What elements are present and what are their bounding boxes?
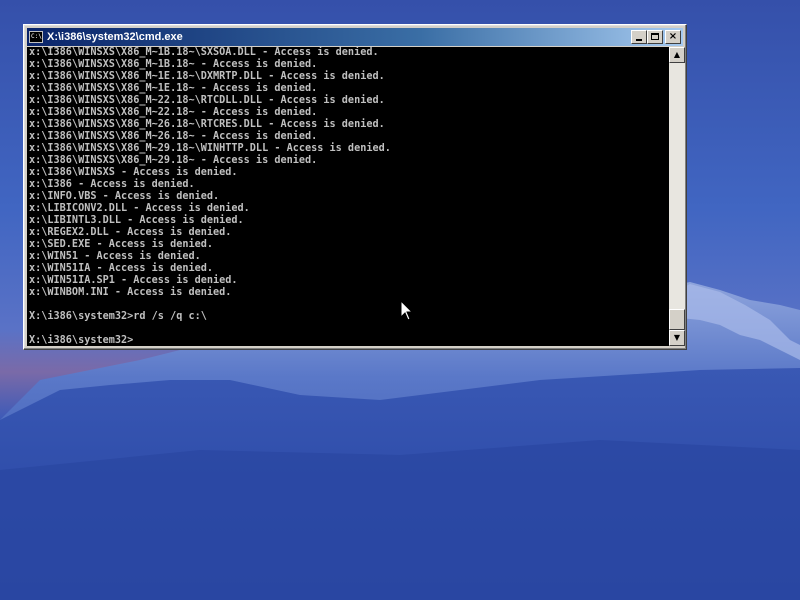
maximize-button[interactable]	[647, 30, 663, 44]
console-line: x:\I386\WINSXS - Access is denied.	[29, 167, 238, 178]
console-line: X:\i386\system32>rd /s /q c:\	[29, 311, 207, 322]
window-title: X:\i386\system32\cmd.exe	[47, 31, 183, 43]
console-line: x:\WIN51 - Access is denied.	[29, 251, 201, 262]
vertical-scrollbar[interactable]: ▲ ▼	[669, 47, 685, 346]
minimize-button[interactable]	[631, 30, 647, 44]
console-line: X:\i386\system32>	[29, 335, 134, 346]
console-line: x:\I386\WINSXS\X86_M~1B.18~\SXSOA.DLL - …	[29, 47, 379, 58]
console-line: x:\I386\WINSXS\X86_M~22.18~ - Access is …	[29, 107, 318, 118]
maximize-icon	[651, 33, 659, 40]
console-line: x:\LIBICONV2.DLL - Access is denied.	[29, 203, 250, 214]
close-icon: ×	[668, 31, 678, 42]
title-bar[interactable]: C:\ X:\i386\system32\cmd.exe ×	[27, 28, 683, 46]
console-line: x:\I386\WINSXS\X86_M~29.18~\WINHTTP.DLL …	[29, 143, 391, 154]
console-line: x:\I386\WINSXS\X86_M~1B.18~ - Access is …	[29, 59, 318, 70]
console-line: x:\WIN51IA - Access is denied.	[29, 263, 214, 274]
console-line: x:\I386 - Access is denied.	[29, 179, 195, 190]
console-line: x:\WINBOM.INI - Access is denied.	[29, 287, 232, 298]
console-output[interactable]: x:\I386\WINSXS\X86_M~1B.18~\SXSOA.DLL - …	[27, 47, 669, 346]
minimize-icon	[636, 39, 642, 41]
cmd-window[interactable]: C:\ X:\i386\system32\cmd.exe × x:\I386\W…	[23, 24, 687, 350]
mouse-pointer-icon	[400, 300, 414, 321]
scroll-down-arrow-icon: ▼	[673, 333, 681, 342]
console-line: x:\I386\WINSXS\X86_M~22.18~\RTCDLL.DLL -…	[29, 95, 385, 106]
console-line: x:\REGEX2.DLL - Access is denied.	[29, 227, 232, 238]
close-button[interactable]: ×	[665, 30, 681, 44]
console-line: x:\WIN51IA.SP1 - Access is denied.	[29, 275, 238, 286]
console-line: x:\LIBINTL3.DLL - Access is denied.	[29, 215, 244, 226]
scroll-up-arrow-icon: ▲	[673, 50, 681, 59]
console-lines: x:\I386\WINSXS\X86_M~1B.18~\SXSOA.DLL - …	[27, 47, 669, 346]
console-line: x:\I386\WINSXS\X86_M~1E.18~ - Access is …	[29, 83, 318, 94]
scroll-up-button[interactable]: ▲	[669, 47, 685, 63]
console-line: x:\INFO.VBS - Access is denied.	[29, 191, 220, 202]
scroll-thumb[interactable]	[669, 309, 685, 330]
console-line: x:\I386\WINSXS\X86_M~1E.18~\DXMRTP.DLL -…	[29, 71, 385, 82]
console-icon[interactable]: C:\	[29, 31, 43, 43]
window-controls: ×	[631, 30, 681, 44]
console-line: x:\I386\WINSXS\X86_M~26.18~ - Access is …	[29, 131, 318, 142]
console-icon-text: C:\	[31, 33, 42, 40]
console-line: x:\I386\WINSXS\X86_M~29.18~ - Access is …	[29, 155, 318, 166]
console-line: x:\I386\WINSXS\X86_M~26.18~\RTCRES.DLL -…	[29, 119, 385, 130]
scroll-down-button[interactable]: ▼	[669, 330, 685, 346]
console-line: x:\SED.EXE - Access is denied.	[29, 239, 214, 250]
